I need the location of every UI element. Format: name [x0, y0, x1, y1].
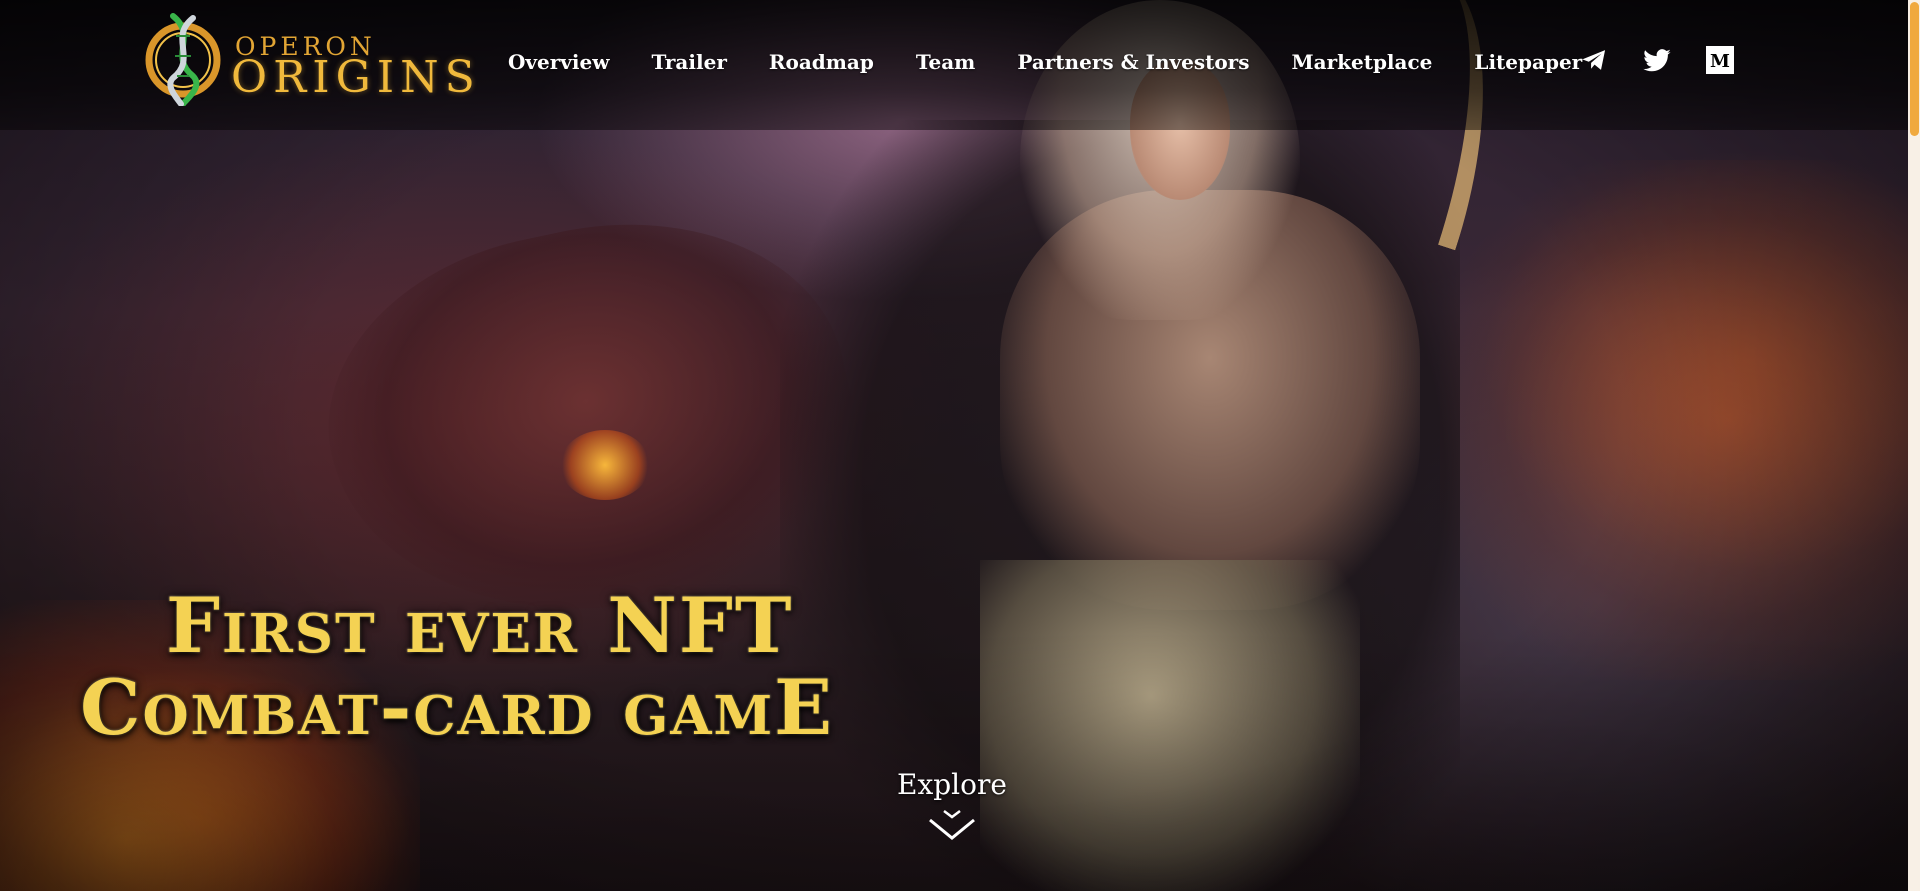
- nav-item-partners-investors[interactable]: Partners & Investors: [1017, 50, 1249, 74]
- chevron-down-icon: [929, 810, 975, 840]
- medium-icon-glyph: M: [1710, 51, 1730, 72]
- nav-item-trailer[interactable]: Trailer: [651, 50, 726, 74]
- hero-headline-line2: Combat-card gamE: [80, 663, 835, 752]
- nav-item-marketplace[interactable]: Marketplace: [1291, 50, 1432, 74]
- telegram-icon[interactable]: [1580, 46, 1608, 74]
- hero-background: [0, 0, 1920, 891]
- social-links: M: [1580, 45, 1768, 75]
- explore-label: Explore: [897, 768, 1007, 801]
- page-scrollbar[interactable]: [1908, 0, 1920, 891]
- medium-icon[interactable]: M: [1706, 46, 1734, 74]
- logo-wordmark-main: ORIGINS: [231, 52, 481, 103]
- twitter-icon[interactable]: [1642, 45, 1672, 75]
- nav-item-team[interactable]: Team: [916, 50, 975, 74]
- explore-button[interactable]: Explore: [852, 768, 1052, 843]
- site-logo[interactable]: OPERON ORIGINS: [143, 6, 475, 106]
- nav-item-litepaper[interactable]: Litepaper: [1474, 50, 1582, 74]
- site-header: OPERON ORIGINS Overview Trailer Roadmap …: [0, 0, 1908, 130]
- main-nav: Overview Trailer Roadmap Team Partners &…: [508, 50, 1624, 74]
- hero-headline: First ever NFT Combat-card gamE: [80, 585, 940, 749]
- page: OPERON ORIGINS Overview Trailer Roadmap …: [0, 0, 1920, 891]
- nav-item-roadmap[interactable]: Roadmap: [769, 50, 874, 74]
- scrollbar-thumb[interactable]: [1910, 2, 1919, 136]
- hero-headline-line1: First ever NFT: [166, 581, 794, 670]
- logo-emblem-icon: [145, 13, 221, 106]
- nav-item-overview[interactable]: Overview: [508, 50, 609, 74]
